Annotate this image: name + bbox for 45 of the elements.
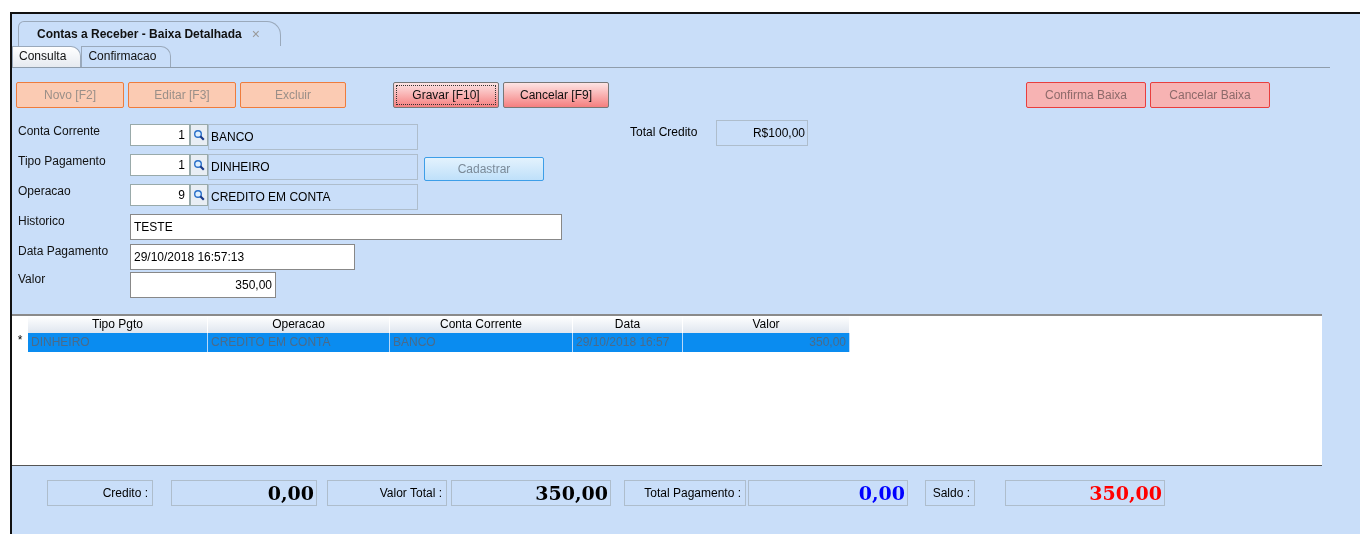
column-header[interactable]: Valor: [683, 316, 850, 333]
input-field[interactable]: 350,00: [130, 272, 276, 298]
total-label: Saldo :: [925, 480, 975, 506]
field-label: Valor: [18, 272, 47, 286]
table-row[interactable]: * DINHEIRO CREDITO EM CONTA BANCO 29/10/2018 16:57 350,00: [12, 333, 1322, 352]
field-label: Total Credito: [630, 125, 699, 139]
total-value: 0,00: [171, 480, 317, 506]
field-label: Data Pagamento: [18, 244, 110, 258]
column-header[interactable]: Data: [573, 316, 683, 333]
total-value: 0,00: [748, 480, 908, 506]
total-value: 350,00: [451, 480, 611, 506]
toolbar-button[interactable]: Cancelar [F9]: [503, 81, 609, 108]
table-cell: DINHEIRO: [28, 333, 208, 352]
column-header[interactable]: Tipo Pgto: [28, 316, 208, 333]
date-field[interactable]: 29/10/2018 16:57:13: [130, 244, 355, 270]
input-field[interactable]: TESTE: [130, 214, 562, 240]
tab[interactable]: Confirmacao: [81, 46, 172, 67]
code-field[interactable]: 9: [130, 184, 190, 206]
code-field[interactable]: 1: [130, 124, 190, 146]
search-icon[interactable]: [190, 184, 208, 206]
readonly-field: R$100,00: [716, 120, 808, 146]
toolbar-button[interactable]: Gravar [F10]: [393, 81, 499, 108]
table-cell: BANCO: [390, 333, 573, 352]
search-icon[interactable]: [190, 124, 208, 146]
code-field[interactable]: 1: [130, 154, 190, 176]
document-tab[interactable]: Contas a Receber - Baixa Detalhada ×: [18, 21, 281, 46]
total-label: Valor Total :: [327, 480, 447, 506]
field-label: Conta Corrente: [18, 124, 102, 138]
field-label: Tipo Pagamento: [18, 154, 107, 168]
column-header[interactable]: Operacao: [208, 316, 390, 333]
tab[interactable]: Consulta: [12, 46, 82, 67]
total-value: 350,00: [1005, 480, 1165, 506]
field-label: Operacao: [18, 184, 72, 198]
row-marker: *: [16, 333, 24, 349]
field-label: Historico: [18, 214, 66, 228]
total-label: Total Pagamento :: [624, 480, 746, 506]
table-cell: 350,00: [683, 333, 850, 352]
description-field: DINHEIRO: [208, 154, 418, 180]
column-header[interactable]: Conta Corrente: [390, 316, 573, 333]
description-field: BANCO: [208, 124, 418, 150]
search-icon[interactable]: [190, 154, 208, 176]
table-cell: CREDITO EM CONTA: [208, 333, 390, 352]
table-cell: 29/10/2018 16:57: [573, 333, 683, 352]
total-label: Credito :: [47, 480, 153, 506]
description-field: CREDITO EM CONTA: [208, 184, 418, 210]
